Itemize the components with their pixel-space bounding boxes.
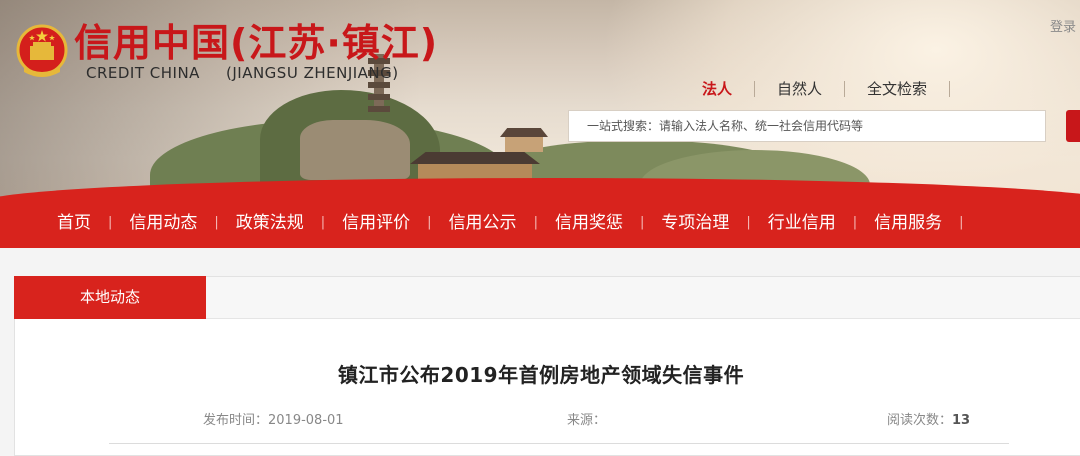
publish-date-value: 2019-08-01: [268, 413, 344, 428]
nav-item-credit-services[interactable]: 信用服务: [857, 198, 959, 248]
divider: [109, 443, 1009, 444]
category-tab-local-news[interactable]: 本地动态: [14, 276, 206, 319]
search-input[interactable]: [569, 111, 1045, 141]
header-banner: 信用中国(江苏·镇江) CREDIT CHINA (JIANGSU ZHENJI…: [0, 0, 1080, 198]
nav-item-credit-evaluation[interactable]: 信用评价: [325, 198, 427, 248]
main-nav: 首页 | 信用动态 | 政策法规 | 信用评价 | 信用公示 | 信用奖惩 | …: [0, 198, 1080, 248]
nav-item-special-governance[interactable]: 专项治理: [644, 198, 746, 248]
nav-item-home[interactable]: 首页: [40, 198, 108, 248]
category-bar: 本地动态: [14, 276, 1080, 319]
site-logo-title: 信用中国(江苏·镇江): [74, 21, 439, 65]
search-tab-natural-person[interactable]: 自然人: [755, 78, 844, 100]
publish-date-label: 发布时间：: [203, 413, 269, 428]
nav-item-policies[interactable]: 政策法规: [219, 198, 321, 248]
nav-item-rewards-penalties[interactable]: 信用奖惩: [538, 198, 640, 248]
national-emblem-icon: [16, 22, 68, 80]
read-count-value: 13: [952, 413, 971, 428]
temple-illustration: [500, 128, 548, 152]
search-icon[interactable]: [1066, 110, 1080, 142]
search-tab-fulltext[interactable]: 全文检索: [845, 78, 949, 100]
article-source: 来源：: [567, 409, 606, 428]
source-label: 来源：: [567, 413, 607, 428]
site-logo-subtitle: CREDIT CHINA: [86, 64, 200, 82]
tab-divider: [949, 81, 951, 97]
search-box: [568, 110, 1046, 142]
login-link[interactable]: 登录: [1050, 16, 1076, 35]
article-title: 镇江市公布2019年首例房地产领域失信事件: [337, 363, 745, 387]
article-panel: 本地动态 镇江市公布2019年首例房地产领域失信事件 发布时间：2019-08-…: [14, 276, 1080, 456]
nav-item-credit-news[interactable]: 信用动态: [112, 198, 214, 248]
read-count: 阅读次数：13: [887, 409, 970, 428]
nav-item-industry-credit[interactable]: 行业信用: [751, 198, 853, 248]
nav-item-credit-publicity[interactable]: 信用公示: [432, 198, 534, 248]
search-tab-legal-person[interactable]: 法人: [680, 78, 754, 100]
read-count-label: 阅读次数：: [887, 413, 953, 428]
site-logo-region: (JIANGSU ZHENJIANG): [226, 64, 399, 82]
publish-date: 发布时间：2019-08-01: [203, 409, 344, 428]
nav-divider: |: [959, 215, 964, 230]
search-tabs: 法人 自然人 全文检索: [680, 78, 951, 100]
banner-rock: [300, 120, 410, 180]
